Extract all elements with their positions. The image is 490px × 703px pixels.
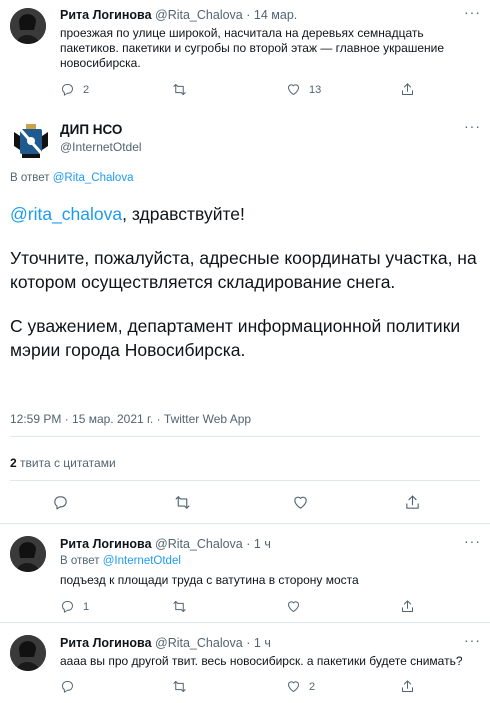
reply-icon (62, 601, 73, 613)
timestamp[interactable]: 1 ч (254, 636, 271, 650)
retweet-button[interactable] (174, 494, 191, 511)
reply-context: В ответ @InternetOtdel (60, 555, 181, 567)
like-button[interactable] (292, 494, 309, 511)
more-options-icon[interactable]: ··· (464, 533, 481, 549)
tweet-text: проезжая по улице широкой, насчитала на … (60, 26, 445, 70)
share-button[interactable] (400, 679, 415, 694)
author-name[interactable]: Рита Логинова (60, 537, 152, 551)
retweet-icon (173, 84, 186, 95)
timestamp[interactable]: 14 мар. (254, 8, 297, 22)
author-name[interactable]: Рита Логинова (60, 636, 152, 650)
separator: · (246, 636, 251, 650)
reply-tweet[interactable]: Рита Логинова @Rita_Chalova · 1 ч ··· В … (0, 524, 490, 624)
tweet-text: подъезд к площади труда с ватутина в сто… (60, 573, 359, 587)
tweet-text: аааа вы про другой твит. весь новосибирс… (60, 654, 463, 668)
tweet-meta[interactable]: 12:59 PM · 15 мар. 2021 г. · Twitter Web… (10, 412, 251, 426)
divider (10, 436, 480, 437)
retweet-icon (173, 601, 186, 612)
like-count: 13 (309, 83, 322, 96)
avatar[interactable] (10, 536, 46, 572)
author-handle[interactable]: @InternetOtdel (60, 140, 142, 154)
quote-count: 2 (10, 456, 17, 470)
tweet-header: Рита Логинова @Rita_Chalova · 1 ч (60, 636, 271, 650)
reply-to-link[interactable]: @Rita_Chalova (53, 172, 134, 184)
separator: · (246, 8, 251, 22)
heart-icon (288, 681, 299, 692)
paragraph-request: Уточните, пожалуйста, адресные координат… (10, 248, 477, 292)
more-options-icon[interactable]: ··· (464, 118, 481, 134)
author-handle[interactable]: @Rita_Chalova (155, 8, 243, 22)
like-button[interactable]: 13 (286, 82, 321, 97)
reply-count: 2 (83, 83, 90, 96)
tweet-actions: 1 (60, 599, 420, 619)
reply-prefix: В ответ (60, 555, 100, 567)
reply-button[interactable] (52, 494, 69, 511)
reply-count: 1 (83, 600, 90, 613)
author-handle[interactable]: @Rita_Chalova (155, 537, 243, 551)
avatar[interactable] (10, 635, 46, 671)
retweet-icon (173, 681, 186, 692)
retweet-icon (175, 496, 190, 509)
tweet-header: Рита Логинова @Rita_Chalova · 14 мар. (60, 8, 297, 22)
avatar-coat-of-arms[interactable] (10, 120, 52, 162)
greeting-text: , здравствуйте! (122, 204, 245, 224)
greeting-line: @rita_chalova, здравствуйте! (10, 202, 480, 226)
quote-label: твита с цитатами (20, 456, 116, 470)
focused-tweet: ДИП НСО @InternetOtdel ··· В ответ @Rita… (0, 108, 490, 510)
author-name[interactable]: Рита Логинова (60, 8, 152, 22)
avatar[interactable] (10, 8, 46, 44)
tweet-text: @rita_chalova, здравствуйте! Уточните, п… (10, 202, 480, 362)
share-icon (402, 680, 413, 692)
paragraph-signature: С уважением, департамент информационной … (10, 316, 461, 360)
quote-tweets-link[interactable]: 2 твита с цитатами (10, 456, 116, 470)
more-options-icon[interactable]: ··· (464, 4, 481, 20)
reply-icon (62, 84, 73, 96)
share-button[interactable] (400, 599, 415, 614)
timestamp[interactable]: 1 ч (254, 537, 271, 551)
like-button[interactable] (286, 599, 309, 614)
more-options-icon[interactable]: ··· (464, 632, 481, 648)
separator: · (246, 537, 251, 551)
tweet-actions (52, 494, 419, 514)
tweet-actions: 2 13 (60, 82, 420, 102)
reply-icon (62, 681, 73, 693)
reply-button[interactable]: 1 (60, 599, 89, 614)
share-button[interactable] (404, 494, 421, 511)
reply-button[interactable]: 2 (60, 82, 89, 97)
share-icon (402, 83, 413, 95)
reply-prefix: В ответ (10, 172, 50, 184)
retweet-button[interactable] (172, 82, 187, 97)
author-handle[interactable]: @Rita_Chalova (155, 636, 243, 650)
mention-link[interactable]: @rita_chalova (10, 204, 122, 224)
reply-icon (54, 496, 67, 510)
share-icon (406, 495, 419, 509)
tweet-header: Рита Логинова @Rita_Chalova · 1 ч (60, 537, 271, 551)
share-icon (402, 600, 413, 612)
like-count: 2 (309, 680, 316, 693)
heart-icon (294, 496, 307, 509)
author-name[interactable]: ДИП НСО (60, 122, 122, 137)
heart-icon (288, 84, 299, 95)
parent-tweet[interactable]: Рита Логинова @Rita_Chalova · 14 мар. ··… (0, 0, 490, 100)
reply-tweet[interactable]: Рита Логинова @Rita_Chalova · 1 ч ··· аа… (0, 623, 490, 703)
reply-to-link[interactable]: @InternetOtdel (103, 555, 181, 567)
reply-context: В ответ @Rita_Chalova (10, 172, 133, 184)
heart-icon (288, 601, 299, 612)
reply-button[interactable] (60, 679, 83, 694)
share-button[interactable] (400, 82, 415, 97)
like-button[interactable]: 2 (286, 679, 315, 694)
retweet-button[interactable] (172, 679, 187, 694)
tweet-actions: 2 (60, 679, 420, 699)
retweet-button[interactable] (172, 599, 187, 614)
divider (10, 480, 480, 481)
